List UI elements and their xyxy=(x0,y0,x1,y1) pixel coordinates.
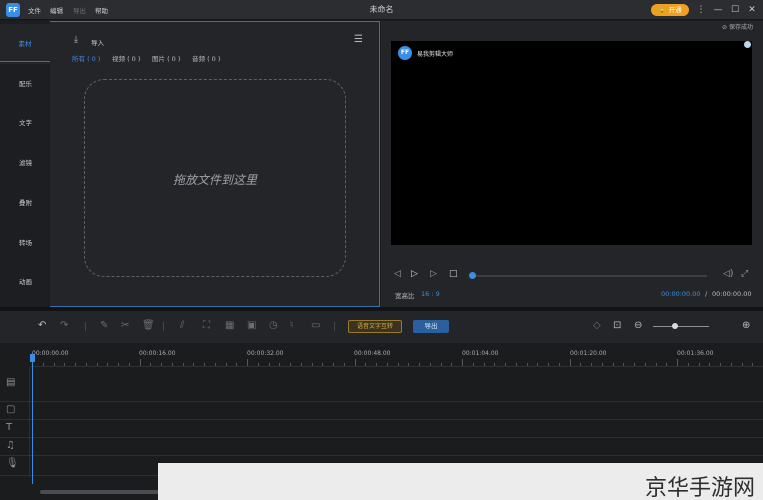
next-frame-icon[interactable]: ▷ xyxy=(430,269,437,279)
music-track[interactable] xyxy=(0,438,763,456)
minimize-icon[interactable]: — xyxy=(711,3,725,17)
ruler-tick xyxy=(139,359,141,366)
speech-text-button[interactable]: 语音文字互转 xyxy=(348,320,402,333)
screen-icon[interactable]: ▭ xyxy=(311,320,320,331)
maximize-icon[interactable]: ☐ xyxy=(728,3,742,17)
ruler-tick xyxy=(247,359,248,366)
crop-icon[interactable]: ⛶ xyxy=(203,320,210,331)
ruler-tick-label: 00:01:04.00 xyxy=(462,350,499,357)
stop-icon[interactable]: □ xyxy=(449,269,458,279)
watermark-text: 京华手游网 xyxy=(645,476,756,500)
tab-animations[interactable]: 动画 xyxy=(0,262,51,302)
ruler-tick-label: 00:00:32.00 xyxy=(247,350,284,357)
zoom-out-icon[interactable]: ⊖ xyxy=(634,320,642,331)
aspect-ratio-select[interactable]: 16 : 9 xyxy=(421,290,440,298)
total-time: 00:00:00.00 xyxy=(712,290,752,298)
video-track-icon: ▤ xyxy=(6,377,16,388)
filter-image[interactable]: 图片 ( 0 ) xyxy=(152,53,180,63)
music-track-icon: ♫ xyxy=(6,440,15,451)
delete-icon[interactable]: 🗑 xyxy=(142,320,155,331)
ruler-tick xyxy=(462,359,463,366)
playhead[interactable] xyxy=(32,354,33,484)
save-status-label: 保存成功 xyxy=(728,24,753,31)
undo-icon[interactable]: ↶ xyxy=(38,320,46,331)
cut-icon[interactable]: ✂ xyxy=(121,320,129,331)
filter-video[interactable]: 视频 ( 0 ) xyxy=(112,53,140,63)
divider xyxy=(0,61,51,62)
time-separator: / xyxy=(705,290,708,298)
record-icon[interactable]: ♮ xyxy=(290,320,294,331)
current-time: 00:00:00.00 xyxy=(661,290,701,298)
preview-indicator xyxy=(744,41,751,48)
tab-media[interactable]: 素材 xyxy=(0,24,51,64)
more-icon[interactable]: ⋮ xyxy=(694,3,708,17)
divider xyxy=(334,322,335,331)
menu-edit[interactable]: 编辑 xyxy=(50,5,63,15)
close-icon[interactable]: ✕ xyxy=(745,3,759,17)
import-icon[interactable]: ⤓ xyxy=(74,35,78,45)
tab-text[interactable]: 文字 xyxy=(0,103,51,143)
zoom-slider[interactable] xyxy=(653,326,709,327)
vip-button[interactable]: 🔒 开通 xyxy=(651,4,689,16)
ruler-tick xyxy=(677,359,678,366)
pip-track[interactable] xyxy=(0,402,763,420)
fit-icon[interactable]: ⊡ xyxy=(613,320,621,331)
play-icon[interactable]: ▷ xyxy=(411,269,418,279)
prev-frame-icon[interactable]: ◁ xyxy=(394,269,401,279)
ruler-tick-label: 00:01:36.00 xyxy=(677,350,714,357)
divider xyxy=(85,322,86,331)
preview-logo-icon: FF xyxy=(398,46,412,60)
import-button[interactable]: 导入 xyxy=(91,37,104,47)
ruler-tick-label: 00:01:20.00 xyxy=(570,350,607,357)
text-track-icon: T xyxy=(6,422,13,433)
freeze-icon[interactable]: ▣ xyxy=(247,320,256,331)
save-status: ⊘ 保存成功 xyxy=(722,24,753,31)
list-view-icon[interactable]: ☰ xyxy=(354,34,363,45)
zoom-in-icon[interactable]: ⊕ xyxy=(742,320,750,331)
ruler-tick-label: 00:00:00.00 xyxy=(32,350,69,357)
pip-track-icon: ▢ xyxy=(6,404,16,415)
voice-track-icon: 🎙 xyxy=(6,458,19,469)
drop-zone-text: 拖放文件到这里 xyxy=(172,173,257,187)
lock-icon: 🔒 xyxy=(658,6,667,14)
speed-icon[interactable]: ◷ xyxy=(269,320,278,331)
text-track[interactable] xyxy=(0,420,763,438)
shield-icon[interactable]: ◇ xyxy=(593,320,601,331)
filter-audio[interactable]: 音频 ( 0 ) xyxy=(192,53,220,63)
export-button[interactable]: 导出 xyxy=(413,320,449,333)
menu-file[interactable]: 文件 xyxy=(28,5,41,15)
tab-filters[interactable]: 滤镜 xyxy=(0,143,51,183)
aspect-ratio-label: 宽高比 xyxy=(395,292,415,300)
app-logo-icon: FF xyxy=(6,3,20,17)
menu-export[interactable]: 导出 xyxy=(73,5,86,15)
vip-label: 开通 xyxy=(668,6,682,14)
mosaic-icon[interactable]: ▦ xyxy=(225,320,234,331)
tab-music[interactable]: 配乐 xyxy=(0,64,51,104)
video-track[interactable] xyxy=(0,367,763,402)
redo-icon[interactable]: ↷ xyxy=(60,320,68,331)
edit-icon[interactable]: ✎ xyxy=(100,320,108,331)
ruler-tick-label: 00:00:16.00 xyxy=(139,350,176,357)
ruler-tick xyxy=(569,359,571,366)
progress-slider[interactable] xyxy=(471,275,707,277)
ruler-tick-label: 00:00:48.00 xyxy=(354,350,391,357)
fullscreen-icon[interactable]: ⤢ xyxy=(741,269,748,279)
filter-all[interactable]: 所有 ( 0 ) xyxy=(72,53,100,63)
menu-help[interactable]: 帮助 xyxy=(95,5,108,15)
playhead-handle[interactable] xyxy=(30,354,35,362)
divider xyxy=(163,322,164,331)
preview-screen[interactable] xyxy=(391,41,752,245)
zoom-handle[interactable] xyxy=(672,323,678,329)
progress-handle[interactable] xyxy=(469,272,476,279)
ruler-tick xyxy=(354,359,356,366)
tab-transitions[interactable]: 转场 xyxy=(0,223,51,263)
side-tab-bar: 素材 配乐 文字 滤镜 叠附 转场 动画 xyxy=(0,21,51,306)
title-bar xyxy=(0,0,763,20)
volume-icon[interactable]: ◁) xyxy=(723,269,733,279)
split-icon[interactable]: ⫽ xyxy=(180,320,184,331)
preview-brand: 易我剪辑大师 xyxy=(417,51,454,58)
tab-overlays[interactable]: 叠附 xyxy=(0,183,51,223)
